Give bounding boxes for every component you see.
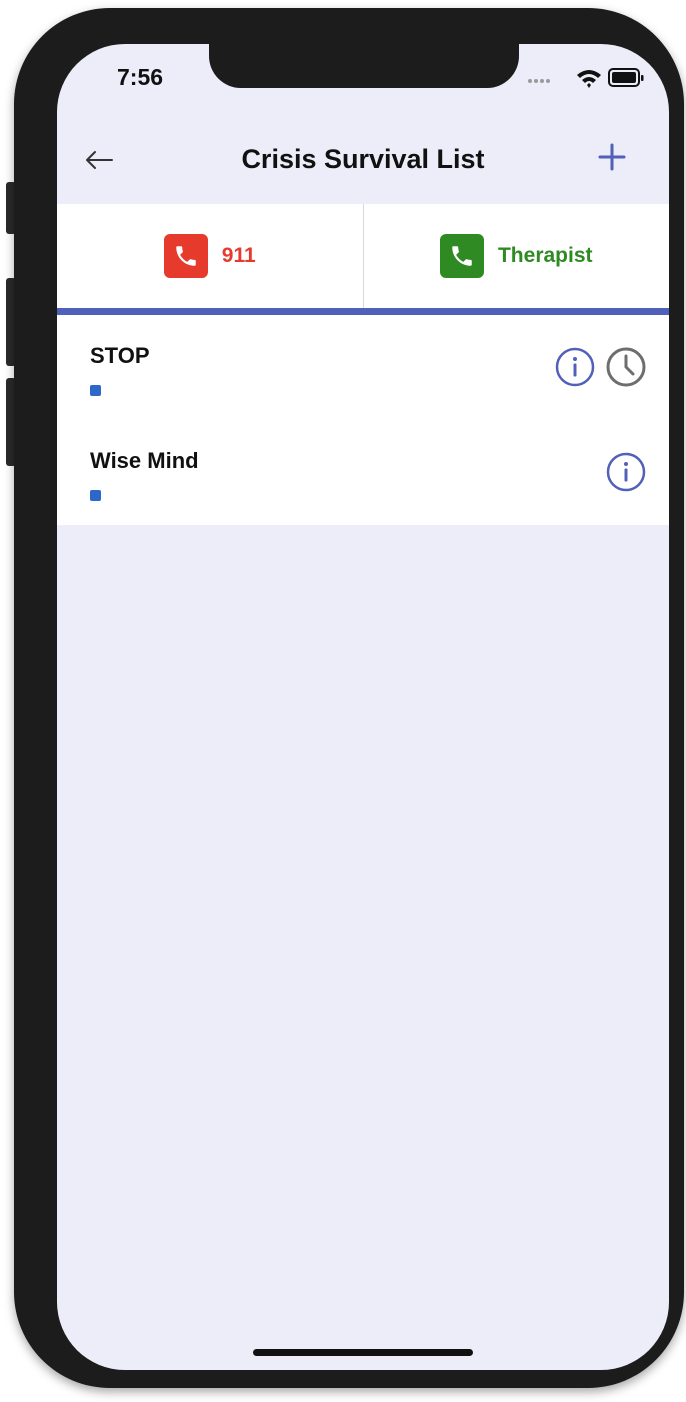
nav-header: Crisis Survival List xyxy=(57,120,669,204)
phone-icon xyxy=(452,246,472,266)
device-frame: 7:56 Crisis Survival List 911 Therapist … xyxy=(14,8,684,1388)
skills-list: STOP Wise Mind xyxy=(57,315,669,525)
home-indicator[interactable] xyxy=(253,1349,473,1356)
call-therapist-button[interactable]: Therapist xyxy=(362,204,670,308)
wifi-icon xyxy=(577,70,601,88)
accent-divider xyxy=(57,308,669,315)
skill-title-wise-mind: Wise Mind xyxy=(90,448,199,473)
add-button[interactable] xyxy=(591,136,633,178)
plus-icon xyxy=(598,143,626,171)
contacts-row: 911 Therapist xyxy=(57,204,669,308)
phone-tile-therapist xyxy=(439,234,484,278)
info-icon xyxy=(555,347,595,387)
clock-icon xyxy=(606,347,646,387)
list-item[interactable]: Wise Mind xyxy=(57,420,669,525)
notch xyxy=(209,44,519,88)
skill-dot xyxy=(90,490,101,501)
screen: 7:56 Crisis Survival List 911 Therapist … xyxy=(57,44,669,1370)
phone-tile-911 xyxy=(163,234,208,278)
contact-label-911: 911 xyxy=(221,244,256,267)
status-icons xyxy=(526,64,646,92)
info-button[interactable] xyxy=(605,451,647,493)
phone-device: 7:56 Crisis Survival List 911 Therapist … xyxy=(0,0,686,1402)
battery-icon xyxy=(608,68,644,87)
back-button[interactable] xyxy=(79,140,119,180)
info-icon xyxy=(606,452,646,492)
info-button[interactable] xyxy=(554,346,596,388)
contact-label-therapist: Therapist xyxy=(497,244,593,267)
phone-icon xyxy=(176,246,196,266)
clock-button[interactable] xyxy=(605,346,647,388)
list-item[interactable]: STOP xyxy=(57,315,669,420)
skill-dot xyxy=(90,385,101,396)
signal-dots-icon xyxy=(528,79,550,83)
status-time: 7:56 xyxy=(117,64,164,90)
arrow-left-icon xyxy=(86,151,113,169)
skill-title-stop: STOP xyxy=(90,343,150,368)
page-title: Crisis Survival List xyxy=(241,144,485,174)
call-911-button[interactable]: 911 xyxy=(57,204,363,308)
